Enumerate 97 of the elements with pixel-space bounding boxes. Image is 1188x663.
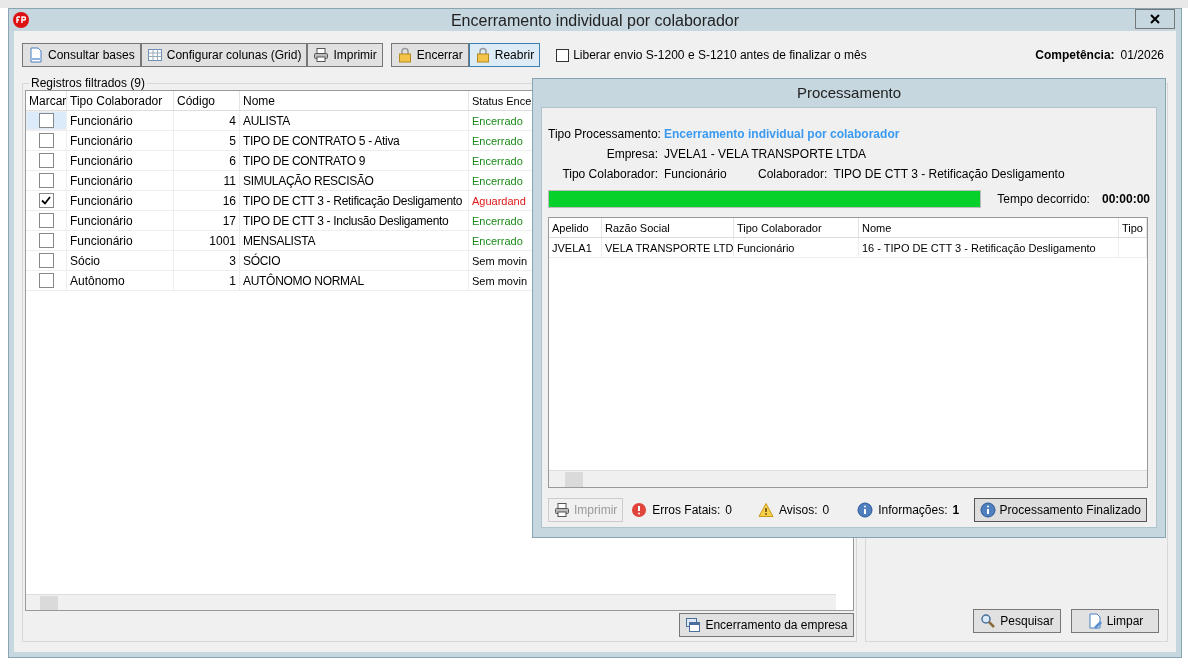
padlock-icon	[396, 47, 413, 63]
group-title: Registros filtrados (9)	[29, 76, 148, 90]
column-header[interactable]: Tipo	[1119, 218, 1147, 237]
checkbox[interactable]	[38, 173, 54, 188]
table-cell: Funcionário	[67, 171, 174, 190]
toolbar-button[interactable]: Configurar colunas (Grid)	[140, 43, 308, 67]
field-label: Colaborador:	[758, 166, 828, 183]
printer-icon	[554, 502, 570, 518]
table-cell: 16 - TIPO DE CTT 3 - Retificação Desligamento	[859, 238, 1119, 257]
table-cell: SÓCIO	[240, 251, 469, 270]
column-header[interactable]: Nome	[240, 91, 469, 110]
table-cell: VELA TRANSPORTE LTD	[602, 238, 734, 257]
padlock-icon	[474, 47, 491, 63]
field-value: TIPO DE CTT 3 - Retificação Desligamento	[833, 166, 1065, 183]
app-logo-icon	[13, 12, 29, 28]
checkbox[interactable]	[38, 273, 54, 288]
column-header[interactable]: Razão Social	[602, 218, 734, 237]
magnifier-icon	[980, 613, 997, 629]
action-button[interactable]: Pesquisar	[973, 609, 1061, 633]
table-cell: Funcionário	[67, 191, 174, 210]
table-cell: 1001	[174, 231, 240, 250]
table-cell: SIMULAÇÃO RESCISÃO	[240, 171, 469, 190]
checkbox[interactable]	[556, 48, 570, 62]
windows-icon	[685, 617, 702, 633]
table-cell: 3	[174, 251, 240, 270]
field-value: JVELA1 - VELA TRANSPORTE LTDA	[664, 146, 867, 163]
toolbar-button[interactable]: Reabrir	[468, 43, 541, 67]
table-cell: TIPO DE CTT 3 - Inclusão Desligamento	[240, 211, 469, 230]
toolbar-button[interactable]: Consultar bases	[22, 43, 141, 67]
table-cell: Sócio	[67, 251, 174, 270]
table-cell: Funcionário	[67, 111, 174, 130]
counter-value: 0	[822, 502, 830, 519]
table-cell: 6	[174, 151, 240, 170]
table-cell: 16	[174, 191, 240, 210]
table-cell: TIPO DE CONTRATO 9	[240, 151, 469, 170]
table-cell: 4	[174, 111, 240, 130]
close-icon	[1150, 14, 1160, 24]
checkbox[interactable]	[39, 113, 54, 128]
counter-label: Erros Fatais:	[652, 502, 721, 519]
checkbox[interactable]	[38, 253, 54, 268]
table-cell: 5	[174, 131, 240, 150]
table-cell: 11	[174, 171, 240, 190]
checkbox-label: Liberar envio S-1200 e S-1210 antes de finalizar o mês	[573, 47, 867, 64]
finish-button[interactable]: Processamento Finalizado	[973, 498, 1147, 522]
document-icon	[28, 47, 44, 63]
field-label: Empresa:	[605, 146, 658, 163]
window-title: Encerramento individual por colaborador	[450, 10, 740, 31]
table-icon	[146, 47, 163, 63]
checkbox[interactable]	[38, 233, 54, 248]
document-icon	[1086, 613, 1103, 629]
table-cell: 17	[174, 211, 240, 230]
field-label: Competência:	[1035, 47, 1115, 64]
field-value: Encerramento individual por colaborador	[664, 126, 900, 143]
column-header[interactable]: Código	[174, 91, 240, 110]
printer-icon	[313, 47, 330, 63]
field-label: Tipo Processamento:	[548, 126, 658, 143]
checkbox[interactable]	[38, 213, 54, 228]
counter-label: Informações:	[878, 502, 948, 519]
column-header[interactable]: Tipo Colaborador	[734, 218, 859, 237]
column-header[interactable]: Nome	[859, 218, 1119, 237]
company-button[interactable]: Encerramento da empresa	[679, 613, 854, 637]
table-cell: 1	[174, 271, 240, 290]
field-value: Funcionário	[664, 166, 728, 183]
checkbox[interactable]	[38, 133, 54, 148]
table-cell: Funcionário	[67, 131, 174, 150]
counter-value: 1	[952, 502, 960, 519]
table-cell: AULISTA	[240, 111, 469, 130]
column-header[interactable]: Marcar	[26, 91, 67, 110]
column-header[interactable]: Tipo Colaborador	[67, 91, 174, 110]
field-value: 01/2026	[1120, 47, 1164, 64]
checkbox[interactable]	[38, 153, 54, 168]
action-button[interactable]: Limpar	[1071, 609, 1159, 633]
dialog-title: Processamento	[795, 83, 903, 103]
field-label: Tipo Colaborador:	[561, 166, 658, 183]
counter-label: Avisos:	[779, 502, 818, 519]
table-cell: AUTÔNOMO NORMAL	[240, 271, 469, 290]
toolbar-button[interactable]: Imprimir	[307, 43, 383, 67]
horizontal-scrollbar[interactable]	[26, 594, 836, 610]
table-cell: MENSALISTA	[240, 231, 469, 250]
info-icon	[979, 502, 996, 518]
table-cell: Autônomo	[67, 271, 174, 290]
table-cell: Funcionário	[67, 211, 174, 230]
table-cell: TIPO DE CONTRATO 5 - Ativa	[240, 131, 469, 150]
close-button[interactable]	[1135, 9, 1175, 29]
counter-value: 0	[725, 502, 733, 519]
table-cell: Funcionário	[67, 231, 174, 250]
horizontal-scrollbar[interactable]	[549, 470, 1147, 487]
checkbox[interactable]	[38, 193, 54, 208]
field-value: 00:00:00	[1101, 191, 1150, 208]
check-icon	[41, 196, 51, 205]
table-cell: TIPO DE CTT 3 - Retificação Desligamento	[240, 191, 469, 210]
table-cell: Funcionário	[67, 151, 174, 170]
table-cell: Funcionário	[734, 238, 859, 257]
table-cell: JVELA1	[549, 238, 602, 257]
column-header[interactable]: Apelido	[549, 218, 602, 237]
field-label: Tempo decorrido:	[997, 191, 1090, 208]
toolbar-button[interactable]: Encerrar	[390, 43, 469, 67]
